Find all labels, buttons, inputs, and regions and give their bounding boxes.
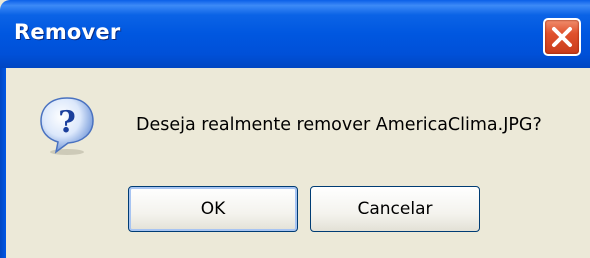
close-button[interactable] — [543, 18, 581, 56]
ok-button[interactable]: OK — [128, 186, 298, 232]
question-icon: ? — [36, 94, 100, 158]
window-border — [0, 68, 6, 258]
svg-text:?: ? — [58, 105, 76, 140]
close-icon — [552, 27, 572, 47]
dialog-message: Deseja realmente remover AmericaClima.JP… — [136, 115, 542, 135]
dialog-title: Remover — [14, 20, 121, 44]
remove-dialog: Remover ? Deseja realmente remover Ameri… — [0, 0, 590, 258]
cancel-button[interactable]: Cancelar — [310, 186, 480, 232]
title-bar[interactable]: Remover — [0, 0, 590, 68]
